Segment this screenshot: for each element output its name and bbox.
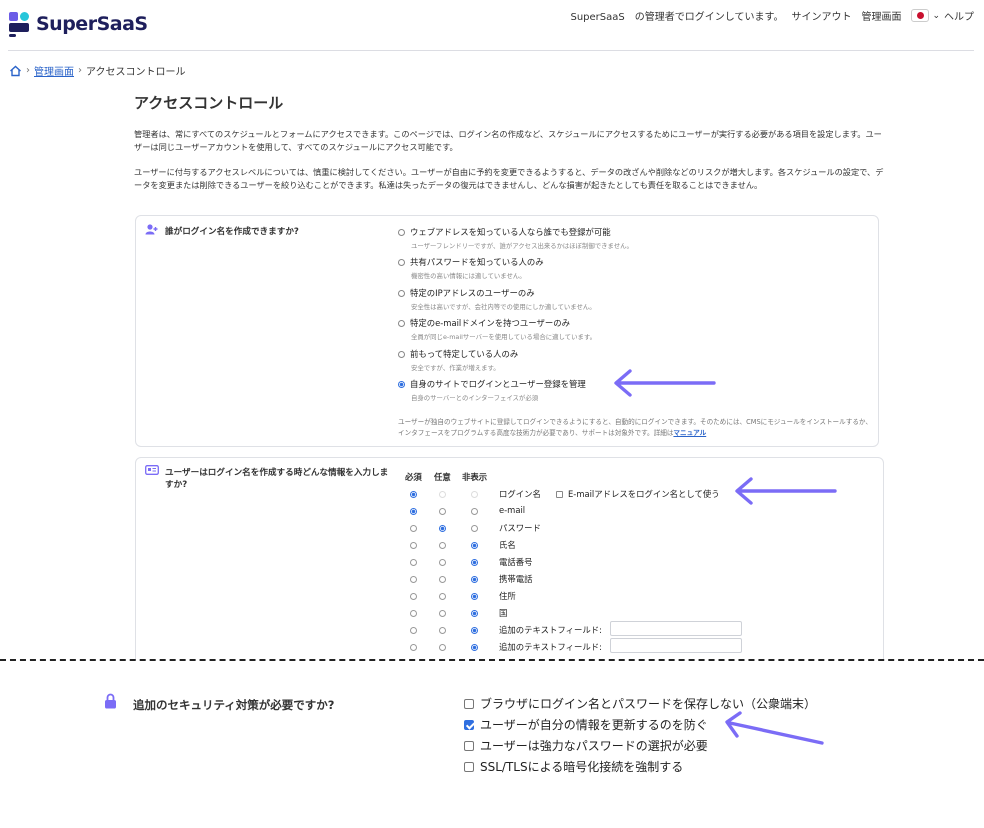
home-icon[interactable] bbox=[9, 65, 22, 77]
login-option-shared-password[interactable]: 共有パスワードを知っている人のみ 機密性の高い情報には適していません。 bbox=[398, 256, 544, 280]
who-can-create-title: 誰がログイン名を作成できますか? bbox=[165, 227, 299, 237]
breadcrumb-current: アクセスコントロール bbox=[86, 67, 186, 78]
hidden-radio[interactable] bbox=[471, 491, 478, 498]
field-label: 追加のテキストフィールド: bbox=[499, 642, 602, 652]
login-option-own-site[interactable]: 自身のサイトでログインとユーザー登録を管理 自身のサーバーとのインターフェイスが必… bbox=[398, 378, 586, 402]
page-title: アクセスコントロール bbox=[134, 94, 284, 112]
chevron-down-icon[interactable]: ⌄ bbox=[932, 11, 940, 21]
field-label: 追加のテキストフィールド: bbox=[499, 625, 602, 635]
field-label: e-mail bbox=[499, 505, 526, 515]
required-radio[interactable] bbox=[410, 576, 417, 583]
field-label: 氏名 bbox=[499, 540, 516, 550]
manual-link[interactable]: マニュアル bbox=[673, 429, 706, 437]
required-radio[interactable] bbox=[410, 559, 417, 566]
extra-field-input[interactable] bbox=[610, 638, 742, 653]
optional-radio[interactable] bbox=[439, 593, 446, 600]
arrow-annotation-icon bbox=[614, 369, 716, 397]
user-info-row: 追加のテキストフィールド: bbox=[405, 638, 745, 657]
field-label: 携帯電話 bbox=[499, 574, 533, 584]
optional-radio[interactable] bbox=[439, 644, 446, 651]
header-divider bbox=[8, 50, 974, 51]
col-required-header: 必須 bbox=[405, 472, 422, 482]
hidden-radio[interactable] bbox=[471, 610, 478, 617]
supersaas-logo[interactable]: SuperSaaS bbox=[9, 12, 148, 37]
own-site-note: ユーザーが独自のウェブサイトに登録してログインできるようにすると、自動的にログイ… bbox=[398, 418, 872, 437]
logged-in-status: SuperSaaS の管理者でログインしています。 bbox=[570, 12, 784, 23]
arrow-annotation-icon bbox=[725, 711, 824, 745]
required-radio[interactable] bbox=[410, 610, 417, 617]
intro-paragraph-1: 管理者は、常にすべてのスケジュールとフォームにアクセスできます。このページでは、… bbox=[134, 129, 882, 152]
optional-radio[interactable] bbox=[439, 508, 446, 515]
hidden-radio[interactable] bbox=[471, 525, 478, 532]
user-info-row: 住所 bbox=[405, 590, 745, 606]
user-info-title: ユーザーはログイン名を作成する時どんな情報を入力しますか? bbox=[165, 468, 389, 490]
dashed-separator bbox=[0, 659, 984, 661]
optional-radio[interactable] bbox=[439, 542, 446, 549]
sign-out-link[interactable]: サインアウト bbox=[791, 8, 851, 23]
extra-field-input[interactable] bbox=[610, 621, 742, 636]
login-option-anyone[interactable]: ウェブアドレスを知っている人なら誰でも登録が可能 ユーザーフレンドリーですが、誰が… bbox=[398, 226, 633, 250]
optional-radio[interactable] bbox=[439, 559, 446, 566]
help-link[interactable]: ヘルプ bbox=[944, 8, 974, 23]
hidden-radio[interactable] bbox=[471, 627, 478, 634]
field-label: 電話番号 bbox=[499, 557, 533, 567]
breadcrumb: › 管理画面 › アクセスコントロール bbox=[9, 63, 186, 78]
security-option-strong-password[interactable]: ユーザーは強力なパスワードの選択が必要 bbox=[464, 737, 708, 754]
user-info-row: e-mail bbox=[405, 505, 745, 521]
required-radio[interactable] bbox=[410, 508, 417, 515]
optional-radio[interactable] bbox=[439, 491, 446, 498]
optional-radio[interactable] bbox=[439, 576, 446, 583]
hidden-radio[interactable] bbox=[471, 576, 478, 583]
user-info-row: 携帯電話 bbox=[405, 573, 745, 589]
security-option-force-ssl[interactable]: SSL/TLSによる暗号化接続を強制する bbox=[464, 758, 683, 775]
optional-radio[interactable] bbox=[439, 610, 446, 617]
hidden-radio[interactable] bbox=[471, 542, 478, 549]
login-option-ip-address[interactable]: 特定のIPアドレスのユーザーのみ 安全性は高いですが、会社内等での使用にしか適して… bbox=[398, 287, 596, 311]
required-radio[interactable] bbox=[410, 491, 417, 498]
breadcrumb-admin-link[interactable]: 管理画面 bbox=[34, 63, 74, 78]
optional-radio[interactable] bbox=[439, 627, 446, 634]
field-label: 住所 bbox=[499, 591, 516, 601]
hidden-radio[interactable] bbox=[471, 559, 478, 566]
add-user-icon bbox=[145, 224, 158, 235]
japan-flag-icon[interactable] bbox=[911, 9, 930, 22]
hidden-radio[interactable] bbox=[471, 508, 478, 515]
id-card-icon bbox=[145, 465, 159, 475]
user-info-row: パスワード bbox=[405, 522, 745, 538]
field-label: ログイン名 bbox=[499, 489, 541, 499]
required-radio[interactable] bbox=[410, 644, 417, 651]
logo-mark-icon bbox=[9, 12, 31, 37]
user-info-row: 氏名 bbox=[405, 539, 745, 555]
intro-paragraph-2: ユーザーに付与するアクセスレベルについては、慎重に検討してください。ユーザーが自… bbox=[134, 167, 884, 190]
email-as-login-checkbox[interactable]: E-mailアドレスをログイン名として使う bbox=[556, 488, 720, 500]
user-info-row: 電話番号 bbox=[405, 556, 745, 572]
admin-link[interactable]: 管理画面 bbox=[861, 8, 901, 23]
login-option-email-domain[interactable]: 特定のe-mailドメインを持つユーザーのみ 全員が同じe-mailサーバーを使用… bbox=[398, 317, 596, 341]
lock-icon bbox=[105, 693, 116, 709]
col-optional-header: 任意 bbox=[434, 472, 451, 482]
required-radio[interactable] bbox=[410, 593, 417, 600]
hidden-radio[interactable] bbox=[471, 644, 478, 651]
col-hidden-header: 非表示 bbox=[462, 472, 488, 482]
hidden-radio[interactable] bbox=[471, 593, 478, 600]
top-header: SuperSaaS SuperSaaS の管理者でログインしています。 サインア… bbox=[0, 0, 984, 50]
field-label: 国 bbox=[499, 608, 508, 618]
required-radio[interactable] bbox=[410, 525, 417, 532]
field-label: パスワード bbox=[499, 523, 541, 533]
optional-radio[interactable] bbox=[439, 525, 446, 532]
security-title: 追加のセキュリティ対策が必要ですか? bbox=[133, 698, 335, 712]
security-option-prevent-update[interactable]: ユーザーが自分の情報を更新するのを防ぐ bbox=[464, 716, 708, 733]
required-radio[interactable] bbox=[410, 627, 417, 634]
required-radio[interactable] bbox=[410, 542, 417, 549]
logo-text: SuperSaaS bbox=[36, 13, 148, 35]
login-option-predefined[interactable]: 前もって特定している人のみ 安全ですが、作業が増えます。 bbox=[398, 348, 518, 372]
arrow-annotation-icon bbox=[735, 477, 837, 505]
header-nav: SuperSaaS の管理者でログインしています。 サインアウト 管理画面 ⌄ … bbox=[561, 8, 974, 23]
